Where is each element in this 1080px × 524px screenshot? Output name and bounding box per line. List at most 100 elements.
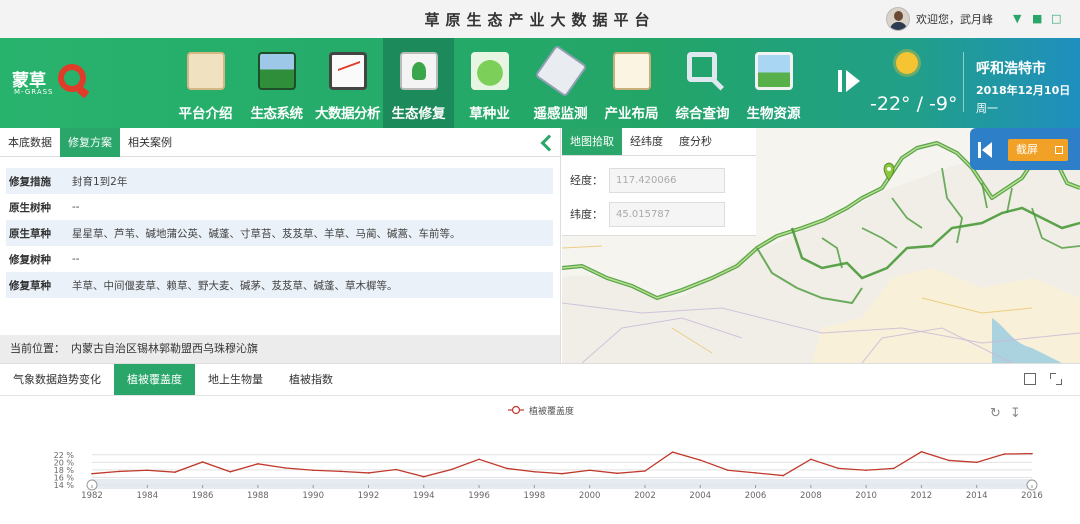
user-avatar[interactable] (886, 7, 910, 31)
x-tick-label: 2000 (579, 491, 601, 501)
current-location: 当前位置： 内蒙古自治区锡林郭勒盟西乌珠穆沁旗 (0, 335, 560, 363)
longitude-field[interactable]: 117.420066 (609, 167, 725, 193)
data-point (229, 470, 232, 473)
fullscreen-icon[interactable] (1050, 373, 1062, 385)
longitude-label: 经度： (570, 174, 603, 187)
forest-icon (258, 52, 296, 90)
data-point (837, 467, 840, 470)
window-icon[interactable]: □ (1051, 13, 1062, 24)
data-point (920, 450, 923, 453)
data-point (505, 467, 508, 470)
data-point (284, 467, 287, 469)
landscape-icon (755, 52, 793, 90)
nav-item-bio-resources[interactable]: 生物资源 (738, 38, 809, 128)
table-row: 原生草种 星星草、芦苇、碱地蒲公英、碱蓬、寸草苔、芨芨草、羊草、马蔺、碱蒿、车前… (6, 220, 553, 246)
screenshot-button[interactable]: 截屏 (970, 128, 1080, 170)
y-tick-label: 22 % (54, 451, 75, 460)
row-key: 修复树种 (9, 253, 51, 266)
row-value: 星星草、芦苇、碱地蒲公英、碱蓬、寸草苔、芨芨草、羊草、马蔺、碱蒿、车前等。 (72, 227, 461, 240)
data-point (948, 459, 950, 462)
tab-baseline-data[interactable]: 本底数据 (0, 128, 60, 157)
data-point (644, 470, 646, 472)
chevron-left-icon[interactable] (539, 133, 553, 151)
table-row: 修复草种 羊草、中间偃麦草、赖草、野大麦、碱茅、芨芨草、碱蓬、草木樨等。 (6, 272, 553, 298)
user-greeting[interactable]: 欢迎您，武月峰 (916, 11, 993, 27)
panel-tools (1024, 373, 1062, 385)
row-value: -- (72, 201, 80, 213)
nav-label: 平台介绍 (178, 106, 233, 122)
restore-window-icon[interactable] (1024, 373, 1036, 385)
table-row: 修复措施 封育1到2年 (6, 168, 553, 194)
title-bar: 草原生态产业大数据平台 欢迎您，武月峰 ▼ ■ □ (0, 0, 1080, 38)
nav-items: 平台介绍 生态系统 大数据分析 生态修复 草种业 遥感监测 产业布局 综合查询 (170, 38, 809, 128)
logo[interactable]: 蒙草 M-GRASS (12, 62, 92, 108)
longitude-row: 经度： 117.420066 (570, 167, 725, 193)
shirt-icon[interactable]: ■ (1032, 13, 1043, 24)
data-point (312, 469, 314, 472)
tab-weather-trend[interactable]: 气象数据趋势变化 (0, 364, 114, 395)
trend-tabs: 气象数据趋势变化 植被覆盖度 地上生物量 植被指数 (0, 364, 346, 395)
trend-panel: 气象数据趋势变化 植被覆盖度 地上生物量 植被指数 ↻ ↧ 植被覆盖度 14 % 1… (0, 363, 1080, 523)
row-value: -- (72, 253, 80, 265)
tab-vegetation-coverage[interactable]: 植被覆盖度 (114, 364, 195, 395)
coordinate-box: 经度： 117.420066 纬度： 45.015787 (562, 156, 756, 236)
nav-label: 生态系统 (250, 106, 304, 122)
x-tick-label: 1982 (81, 491, 103, 501)
nav-item-ecosystem[interactable]: 生态系统 (241, 38, 312, 128)
data-point (782, 474, 784, 477)
x-tick-label: 2016 (1021, 491, 1043, 501)
row-key: 修复草种 (9, 279, 51, 292)
tab-lat-lon[interactable]: 经纬度 (622, 128, 671, 155)
x-tick-label: 1984 (136, 491, 158, 501)
nav-item-query[interactable]: 综合查询 (667, 38, 738, 128)
data-point (699, 459, 702, 461)
play-next-icon[interactable] (838, 68, 864, 96)
nav-label: 产业布局 (604, 106, 659, 122)
tab-vegetation-index[interactable]: 植被指数 (276, 364, 346, 395)
data-point (174, 471, 176, 473)
repair-plan-table: 修复措施 封育1到2年 原生树种 -- 原生草种 星星草、芦苇、碱地蒲公英、碱蓬… (6, 168, 553, 298)
data-point (450, 468, 453, 471)
nav-item-big-data[interactable]: 大数据分析 (312, 38, 383, 128)
data-point (340, 470, 342, 473)
magnifier-icon (687, 52, 717, 82)
tab-map-pick[interactable]: 地图拾取 (562, 128, 622, 155)
legend-label: 植被覆盖度 (529, 405, 574, 417)
data-point (727, 469, 729, 472)
city: 呼和浩特市 (976, 61, 1046, 77)
nav-item-industry-layout[interactable]: 产业布局 (596, 38, 667, 128)
x-tick-label: 1990 (302, 491, 324, 501)
filter-icon[interactable]: ▼ (1013, 13, 1024, 24)
data-point (478, 458, 480, 461)
collapse-left-icon[interactable] (978, 142, 994, 158)
tab-repair-plan[interactable]: 修复方案 (60, 128, 120, 157)
data-zoom-band (92, 479, 1032, 489)
x-tick-label: 1992 (358, 491, 380, 501)
row-value: 封育1到2年 (72, 175, 128, 188)
x-tick-label: 2010 (855, 491, 877, 501)
data-point (201, 461, 204, 463)
nav-label: 大数据分析 (315, 106, 381, 122)
nav-label: 草种业 (469, 106, 510, 122)
screenshot-label[interactable]: 截屏 (1008, 139, 1068, 161)
data-point (616, 472, 619, 475)
tab-biomass[interactable]: 地上生物量 (195, 364, 276, 395)
nav-item-platform-intro[interactable]: 平台介绍 (170, 38, 241, 128)
nav-label: 生物资源 (746, 106, 801, 122)
x-tick-label: 2006 (745, 491, 767, 501)
nav-item-remote-sensing[interactable]: 遥感监测 (525, 38, 596, 128)
data-point (533, 470, 536, 473)
data-point (865, 469, 867, 472)
tab-dms[interactable]: 度分秒 (671, 128, 720, 155)
latitude-field[interactable]: 45.015787 (609, 201, 725, 227)
nav-item-grass-seed[interactable]: 草种业 (454, 38, 525, 128)
document-icon (187, 52, 225, 90)
nav-item-eco-repair[interactable]: 生态修复 (383, 38, 454, 128)
row-value: 羊草、中间偃麦草、赖草、野大麦、碱茅、芨芨草、碱蓬、草木樨等。 (72, 279, 398, 292)
data-point (892, 467, 895, 470)
tab-related-cases[interactable]: 相关案例 (120, 128, 180, 157)
data-point (588, 469, 591, 472)
main-nav: 蒙草 M-GRASS 平台介绍 生态系统 大数据分析 生态修复 草种业 遥感监测 (0, 38, 1080, 128)
vegetation-coverage-chart: 植被覆盖度14 %16 %18 %20 %22 %1982 1984 1986 198… (54, 405, 1043, 501)
certificate-icon (613, 52, 651, 90)
